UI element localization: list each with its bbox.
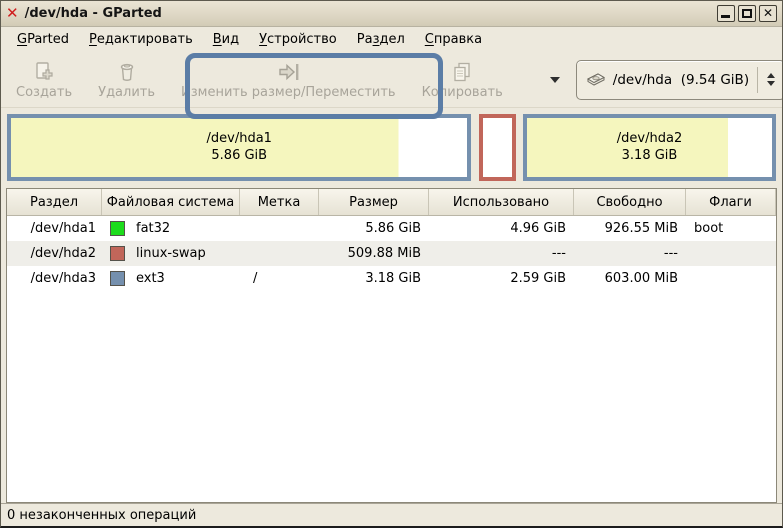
statusbar: 0 незаконченных операций xyxy=(1,503,782,526)
table-body: /dev/hda1 fat32 5.86 GiB 4.96 GiB 926.55 MiB… xyxy=(7,216,776,291)
cell-partition: /dev/hda1 xyxy=(30,221,96,236)
minimize-button[interactable] xyxy=(717,5,735,22)
visual-partition-name: /dev/hda1 xyxy=(206,131,272,146)
toolbar-button-resize-move[interactable]: Изменить размер/Переместить xyxy=(168,55,409,105)
close-button[interactable] xyxy=(759,5,777,22)
menubar: GParted Редактировать Вид Устройство Раздел С… xyxy=(1,27,782,52)
window-controls xyxy=(717,5,777,22)
cell-label xyxy=(240,216,319,241)
column-header-used[interactable]: Использовано xyxy=(429,189,574,215)
combo-stepper-icon xyxy=(764,73,778,86)
menu-item-0[interactable]: GParted xyxy=(7,29,79,50)
partition-table: Раздел Файловая система Метка Размер Использ… xyxy=(6,188,777,503)
fs-name: ext3 xyxy=(136,271,165,286)
toolbar-buttons: Создать Удалить Изменить размер/Переместит… xyxy=(3,55,516,105)
status-text: 0 незаконченных операций xyxy=(7,507,197,523)
menu-item-3[interactable]: Устройство xyxy=(249,29,347,50)
chevron-down-icon xyxy=(549,76,560,83)
visual-partition-name: /dev/hda2 xyxy=(616,131,683,146)
column-header-free[interactable]: Свободно xyxy=(574,189,686,215)
toolbar-button-label: Создать xyxy=(16,85,73,100)
toolbar-button-label: Изменить размер/Переместить xyxy=(181,85,396,100)
menu-item-2[interactable]: Вид xyxy=(203,29,249,50)
copy-icon xyxy=(450,59,474,85)
toolbar-button-label: Копировать xyxy=(421,85,503,100)
cell-size: 509.88 MiB xyxy=(347,246,421,261)
delete-icon xyxy=(115,59,139,85)
combo-separator xyxy=(757,66,759,93)
cell-partition: /dev/hda2 xyxy=(30,246,96,261)
column-header-partition[interactable]: Раздел xyxy=(7,189,102,215)
menu-item-1[interactable]: Редактировать xyxy=(79,29,203,50)
cell-flags xyxy=(686,266,776,291)
fs-color-swatch xyxy=(110,271,125,286)
column-header-filesystem[interactable]: Файловая система xyxy=(102,189,240,215)
column-header-flags[interactable]: Флаги xyxy=(686,189,776,215)
table-row-2[interactable]: /dev/hda2 linux-swap 509.88 MiB --- --- xyxy=(7,241,776,266)
device-selector-value: /dev/hda (9.54 GiB) xyxy=(612,71,750,88)
cell-used: 4.96 GiB xyxy=(510,221,566,236)
cell-filesystem: fat32 xyxy=(102,216,240,241)
fs-color-swatch xyxy=(110,246,125,261)
cell-free: 926.55 MiB xyxy=(604,221,678,236)
cell-size: 3.18 GiB xyxy=(365,271,421,286)
fs-name: fat32 xyxy=(136,221,171,236)
fs-name: linux-swap xyxy=(136,246,206,261)
gparted-window: /dev/hda - GParted GPartedРедактироватьВ… xyxy=(0,0,783,528)
window-title: /dev/hda - GParted xyxy=(24,6,162,21)
toolbar-overflow-button[interactable] xyxy=(549,76,560,83)
toolbar-button-new[interactable]: Создать xyxy=(3,55,85,105)
harddisk-icon xyxy=(585,69,607,91)
disk-visual-bar: /dev/hda1 5.86 GiB/dev/hda2 3.18 GiB xyxy=(1,108,782,186)
maximize-button[interactable] xyxy=(738,5,756,22)
toolbar-button-copy[interactable]: Копировать xyxy=(409,55,516,105)
cell-label xyxy=(240,241,319,266)
cell-free: 603.00 MiB xyxy=(604,271,678,286)
cell-filesystem: linux-swap xyxy=(102,241,240,266)
minimize-icon xyxy=(721,15,730,18)
toolbar: Создать Удалить Изменить размер/Переместит… xyxy=(1,52,782,108)
toolbar-button-label: Удалить xyxy=(98,85,156,100)
cell-filesystem: ext3 xyxy=(102,266,240,291)
gparted-window-icon xyxy=(6,6,19,21)
visual-partition-2[interactable] xyxy=(478,113,516,181)
menu-item-4[interactable]: Раздел xyxy=(347,29,415,50)
cell-flags xyxy=(686,241,776,266)
cell-flags: boot xyxy=(694,221,724,236)
table-row-1[interactable]: /dev/hda1 fat32 5.86 GiB 4.96 GiB 926.55 MiB… xyxy=(7,216,776,241)
toolbar-button-delete[interactable]: Удалить xyxy=(85,55,168,105)
titlebar[interactable]: /dev/hda - GParted xyxy=(1,1,782,27)
new-partition-icon xyxy=(32,59,56,85)
column-header-size[interactable]: Размер xyxy=(319,189,429,215)
device-selector[interactable]: /dev/hda (9.54 GiB) xyxy=(575,59,782,100)
cell-used: --- xyxy=(551,246,566,261)
visual-partition-3[interactable]: /dev/hda2 3.18 GiB xyxy=(523,113,776,181)
menu-item-5[interactable]: Справка xyxy=(415,29,492,50)
visual-partition-size: 5.86 GiB xyxy=(211,148,268,163)
resize-move-icon xyxy=(275,59,301,85)
cell-used: 2.59 GiB xyxy=(510,271,566,286)
column-header-label[interactable]: Метка xyxy=(240,189,319,215)
table-empty-area xyxy=(7,291,776,502)
visual-partition-size: 3.18 GiB xyxy=(621,148,678,163)
table-header: Раздел Файловая система Метка Размер Использ… xyxy=(7,189,776,216)
table-row-3[interactable]: /dev/hda3 ext3 / 3.18 GiB 2.59 GiB 603.00 MiB xyxy=(7,266,776,291)
maximize-icon xyxy=(742,9,752,18)
close-icon xyxy=(763,6,773,21)
cell-partition: /dev/hda3 xyxy=(30,271,96,286)
cell-free: --- xyxy=(663,246,678,261)
cell-size: 5.86 GiB xyxy=(365,221,421,236)
fs-color-swatch xyxy=(110,221,125,236)
cell-label: / xyxy=(253,271,258,286)
visual-partition-1[interactable]: /dev/hda1 5.86 GiB xyxy=(7,113,472,181)
